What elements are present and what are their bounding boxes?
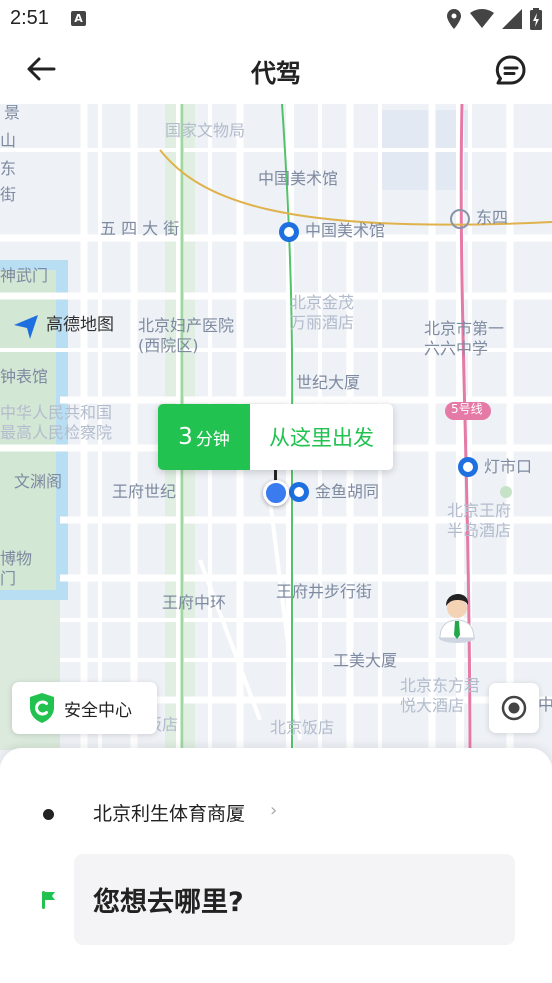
pickup-dot-icon	[43, 809, 54, 820]
driver-avatar-icon	[439, 594, 475, 643]
status-time: 2:51	[10, 7, 49, 29]
map-label: 世纪大厦	[296, 373, 361, 392]
map-label: (西院区)	[138, 336, 199, 355]
page-title: 代驾	[250, 59, 301, 88]
metro-line-badge: 5号线	[451, 402, 483, 416]
pickup-location-pin	[263, 480, 289, 506]
map-label: 北京饭店	[270, 718, 335, 737]
wifi-icon	[470, 9, 494, 28]
map-label: 博物	[0, 549, 33, 568]
destination-input[interactable]: 您想去哪里?	[74, 854, 515, 945]
map-label: 悦大酒店	[400, 696, 465, 715]
safety-center-label: 安全中心	[64, 700, 132, 721]
map-label: 王府世纪	[112, 482, 177, 501]
battery-icon	[530, 8, 542, 30]
start-here-button[interactable]: 从这里出发	[250, 404, 393, 470]
map-label: 文渊阁	[14, 472, 63, 491]
trip-sheet: 北京利生体育商厦 › 您想去哪里?	[0, 748, 552, 983]
map-label: 景	[4, 104, 21, 122]
map-label: 六六中学	[424, 339, 489, 358]
chevron-right-icon: ›	[270, 800, 278, 821]
map-label: 国家文物局	[165, 121, 246, 140]
eta-badge: 3 分钟	[158, 404, 250, 470]
message-button[interactable]	[494, 53, 532, 89]
map-label: 北京金茂	[290, 293, 355, 312]
destination-flag-icon	[42, 891, 55, 909]
map-label: 五 四 大 街	[100, 219, 180, 238]
app-header: 代驾	[0, 38, 552, 104]
map-label: 东	[0, 159, 17, 178]
map-label: 中国美术馆	[305, 221, 386, 240]
map-label: 工美大厦	[333, 651, 398, 670]
safety-center-button[interactable]: 安全中心	[12, 682, 157, 734]
map-label: 东四	[476, 208, 509, 227]
message-icon	[495, 55, 526, 85]
map-label: 金鱼胡同	[315, 482, 380, 501]
status-icons	[446, 6, 542, 32]
pickup-address-row[interactable]: 北京利生体育商厦 ›	[0, 748, 552, 848]
pickup-confirm-bubble[interactable]: 3 分钟 从这里出发	[158, 404, 393, 470]
status-bar: 2:51 A	[0, 0, 552, 38]
map-label: 灯市口	[484, 457, 533, 476]
map-label: 北京市第一	[424, 319, 505, 338]
target-location-icon	[501, 695, 527, 721]
map-label: 钟表馆	[0, 367, 49, 386]
map-label: 街	[0, 185, 17, 204]
notification-icon: A	[71, 11, 86, 26]
eta-unit: 分钟	[195, 429, 230, 450]
map-label: 半岛酒店	[447, 521, 512, 540]
map-label: 北京王府	[447, 501, 512, 520]
map-label: 万丽酒店	[290, 313, 355, 332]
map-label: 中	[538, 695, 552, 714]
pickup-address: 北京利生体育商厦	[93, 803, 246, 825]
map-label: 门	[0, 569, 17, 588]
map-label: 王府井步行街	[276, 582, 373, 601]
map-label: 中国美术馆	[258, 169, 339, 188]
map-label: 北京东方君	[400, 676, 481, 695]
map-label: 山	[0, 131, 17, 150]
signal-icon	[502, 9, 522, 29]
map-label: 神武门	[0, 266, 49, 285]
locate-me-button[interactable]	[489, 683, 539, 733]
map-label: 最高人民检察院	[0, 423, 113, 442]
map-label: 王府中环	[162, 593, 227, 612]
eta-minutes: 3	[178, 424, 193, 450]
location-status-icon	[447, 9, 461, 29]
shield-icon	[30, 693, 54, 723]
map-logo-text: 高德地图	[46, 315, 114, 335]
map-label: 中华人民共和国	[0, 403, 113, 422]
map-label: 北京妇产医院	[138, 316, 235, 335]
